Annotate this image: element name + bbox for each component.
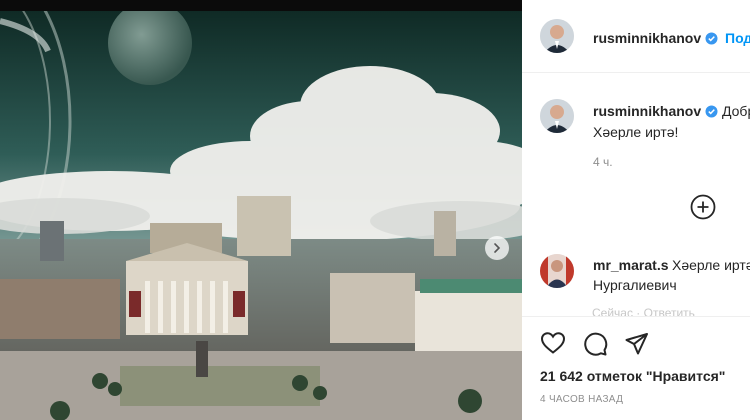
share-icon[interactable] [624,331,650,357]
caption-text-line1: Доброе утро! [722,103,750,119]
carousel-next-button[interactable] [485,236,509,260]
comment-text-line2: Нургалиевич [593,277,677,293]
author-avatar[interactable] [540,19,574,53]
post-side-panel: rusminnikhanov Подписаться rusminnikhano… [522,0,750,420]
caption-time[interactable]: 4 ч. [593,155,613,169]
comment-icon[interactable] [582,331,608,357]
commenter-username[interactable]: mr_marat.s [593,257,669,273]
post-time-ago[interactable]: 4 ЧАСОВ НАЗАД [540,394,623,405]
city-photo-image [0,11,522,420]
comment-text-line1: Хәерле иртә [672,257,750,273]
header-username[interactable]: rusminnikhanov [593,30,701,46]
top-bar [0,0,522,11]
comment-meta[interactable]: Сейчас · Ответить [592,306,695,320]
chevron-right-icon [494,243,501,253]
caption-avatar-image [540,99,574,133]
header-divider [522,72,750,73]
plus-circle-icon[interactable] [690,194,716,220]
commenter-avatar[interactable] [540,254,574,288]
actions-divider [522,316,750,317]
likes-count[interactable]: 21 642 отметок "Нравится" [540,368,725,384]
author-avatar-image [540,19,574,53]
caption-avatar[interactable] [540,99,574,133]
post-photo [0,11,522,420]
follow-button[interactable]: Подписаться [725,30,750,46]
heart-icon[interactable] [540,331,566,355]
caption-text-line2: Хәерле иртә! [593,124,679,140]
commenter-avatar-image [540,254,574,288]
verified-badge-icon [705,32,718,45]
verified-badge-icon [705,105,718,118]
caption-username[interactable]: rusminnikhanov [593,103,701,119]
